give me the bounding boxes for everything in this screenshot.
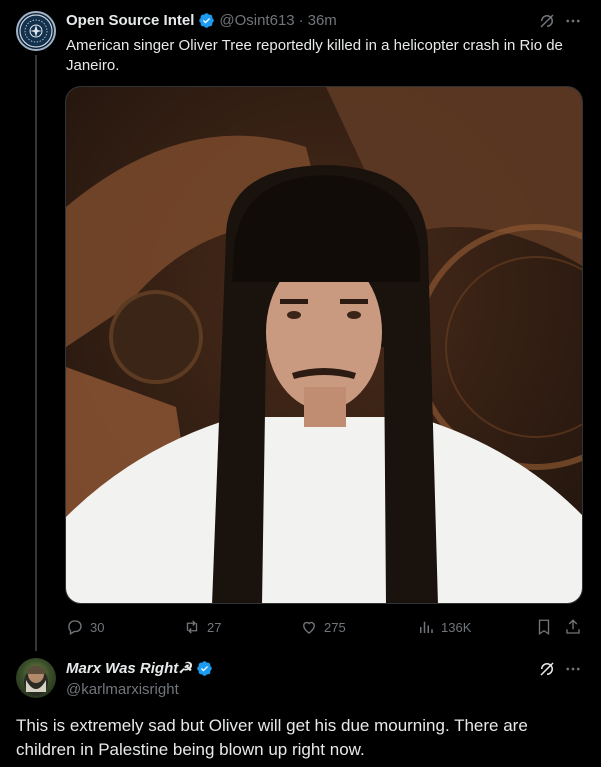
more-button[interactable] <box>564 12 582 35</box>
author-name[interactable]: Open Source Intel <box>66 12 194 29</box>
grok-button[interactable] <box>538 12 556 35</box>
reply-author-name[interactable]: Marx Was Right☭ <box>66 659 192 677</box>
thread-connector-line <box>35 55 37 651</box>
share-icon <box>566 619 580 634</box>
verified-badge-icon <box>196 660 212 676</box>
seal-logo-icon <box>19 14 53 48</box>
more-icon <box>566 19 580 23</box>
views-count: 136K <box>441 619 472 635</box>
like-count: 275 <box>324 619 346 635</box>
reply-icon <box>68 620 82 635</box>
reply-action[interactable]: 30 <box>66 618 104 636</box>
like-action[interactable]: 275 <box>300 618 346 636</box>
reply-author-avatar[interactable] <box>16 658 56 698</box>
author-avatar[interactable] <box>16 11 56 51</box>
bookmark-button[interactable] <box>535 618 553 641</box>
bookmark-icon <box>538 619 550 636</box>
views-action[interactable]: 136K <box>417 618 471 636</box>
reply-more-button[interactable] <box>564 660 582 683</box>
avatar-portrait <box>24 665 48 696</box>
reply-grok-button[interactable] <box>538 660 556 683</box>
tweet-header: Open Source Intel @Osint613 · 36m <box>66 12 337 29</box>
dot-separator: · <box>298 12 304 29</box>
share-button[interactable] <box>564 618 582 641</box>
tweet-time[interactable]: 36m <box>308 12 337 29</box>
tweet-text: American singer Oliver Tree reportedly k… <box>66 37 563 74</box>
repost-count: 27 <box>207 619 222 635</box>
author-handle[interactable]: @Osint613 <box>219 12 294 29</box>
portrait-photo <box>66 87 582 603</box>
verified-badge-icon <box>199 13 215 28</box>
reply-header: Marx Was Right☭ <box>66 659 213 677</box>
more-icon <box>566 667 580 671</box>
reply-text: This is extremely sad but Oliver will ge… <box>16 716 528 759</box>
repost-action[interactable]: 27 <box>183 618 221 636</box>
repost-icon <box>186 620 198 634</box>
grok-icon <box>540 14 554 28</box>
like-icon <box>303 621 315 634</box>
tweet-media-image[interactable] <box>65 86 583 604</box>
reply-author-handle[interactable]: @karlmarxisright <box>66 681 179 698</box>
reply-count: 30 <box>90 619 105 635</box>
grok-icon <box>540 662 554 676</box>
views-icon <box>420 621 433 633</box>
